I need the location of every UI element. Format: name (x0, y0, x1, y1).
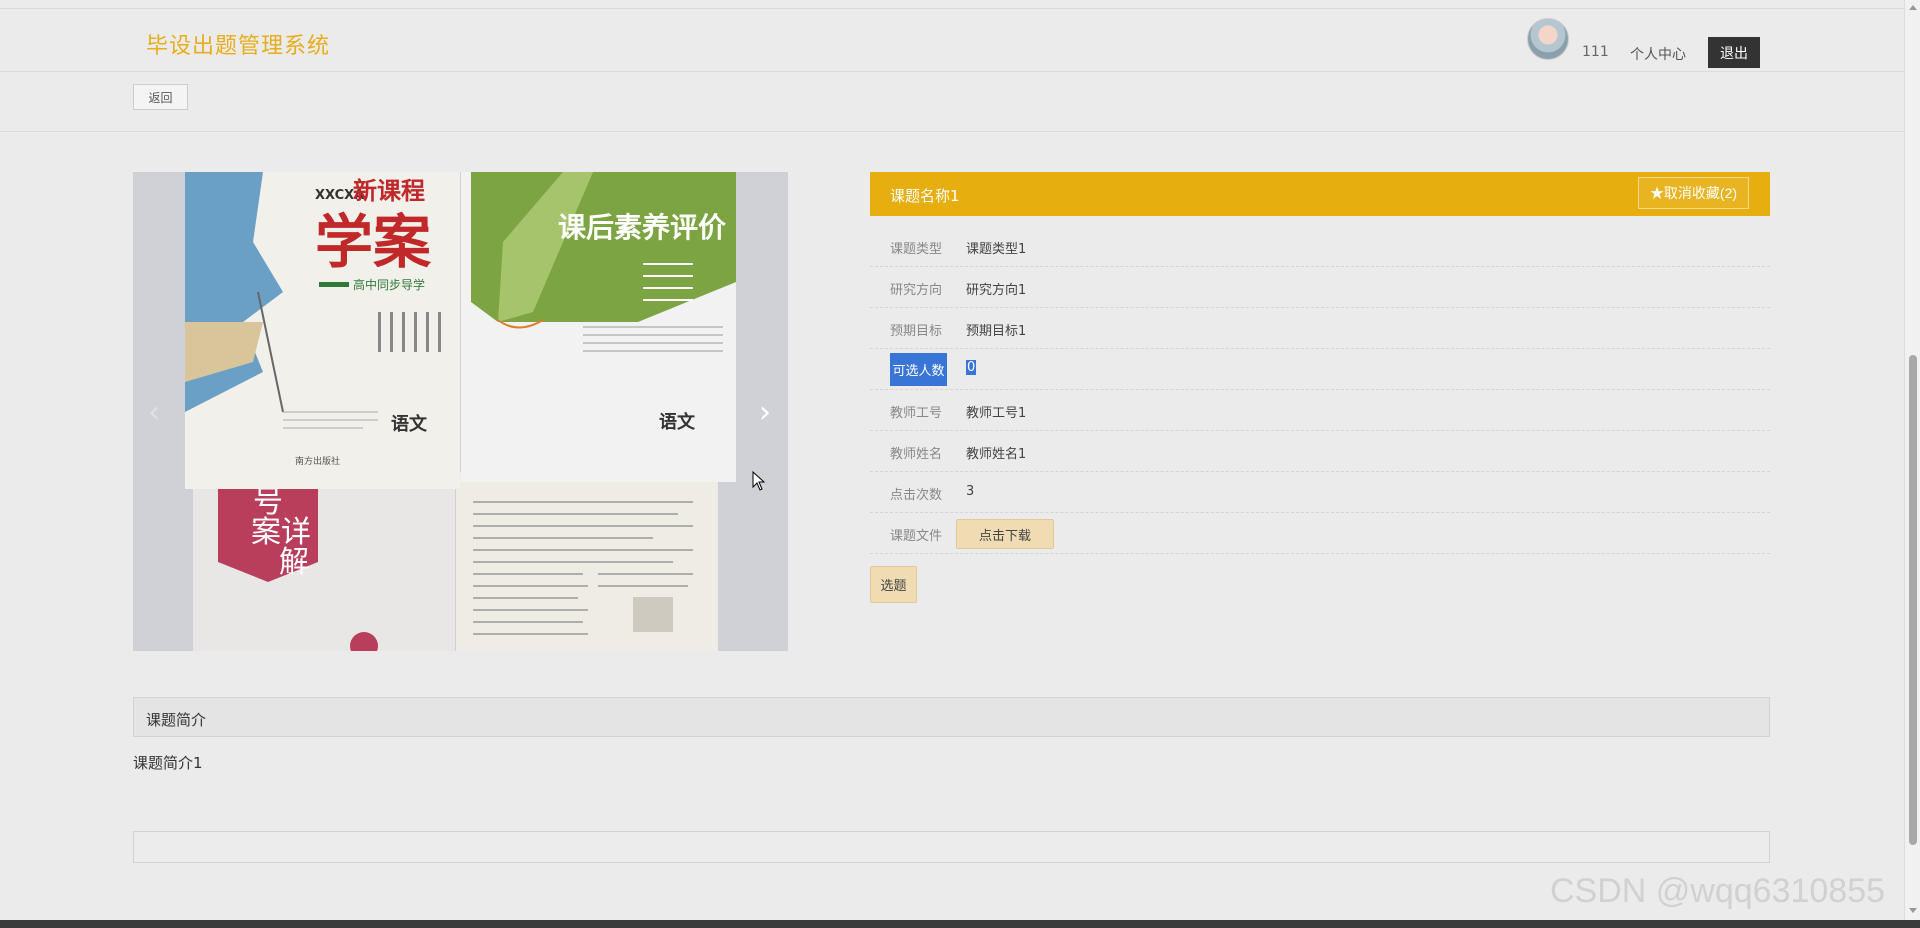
user-center-link[interactable]: 个人中心 (1630, 44, 1686, 64)
field-value: 教师姓名1 (966, 447, 1027, 462)
carousel-image: 号 案详 解 XXCXA 新课程 学案 高中同步导学 语文 南方出版社 课后素养… (133, 172, 788, 651)
scroll-up-icon[interactable] (1909, 5, 1917, 10)
scroll-down-icon[interactable] (1909, 908, 1917, 913)
username-label: 111 (1582, 44, 1609, 60)
detail-fields: 课题类型 课题类型1 研究方向 研究方向1 预期目标 预期目标1 可选人数 0 … (870, 226, 1770, 554)
field-value: 研究方向1 (966, 283, 1027, 298)
book1-title2: 学案 (315, 208, 432, 276)
field-row-direction: 研究方向 研究方向1 (870, 267, 1770, 308)
back-button[interactable]: 返回 (133, 84, 188, 110)
site-logo[interactable]: 毕设出题管理系统 (146, 28, 330, 60)
intro-heading: 课题简介 (146, 711, 207, 729)
field-value: 预期目标1 (966, 324, 1027, 339)
field-row-capacity: 可选人数 0 (870, 349, 1770, 390)
image-carousel[interactable]: 号 案详 解 XXCXA 新课程 学案 高中同步导学 语文 南方出版社 课后素养… (133, 172, 788, 651)
taskbar-strip (0, 920, 1920, 928)
field-row-goal: 预期目标 预期目标1 (870, 308, 1770, 349)
field-label: 教师姓名 (890, 447, 943, 462)
field-row-file: 课题文件 点击下载 (870, 513, 1770, 554)
book2-subject: 语文 (659, 411, 696, 433)
bottom-panel (133, 831, 1770, 863)
field-value: 教师工号1 (966, 406, 1027, 421)
download-button[interactable]: 点击下载 (956, 519, 1054, 549)
book1-title1: 新课程 (353, 177, 425, 205)
book1-subject: 语文 (391, 413, 428, 435)
field-row-type: 课题类型 课题类型1 (870, 226, 1770, 267)
field-value: 3 (966, 484, 975, 499)
field-row-teacher-id: 教师工号 教师工号1 (870, 390, 1770, 431)
field-label: 课题文件 (890, 529, 943, 544)
site-header: 毕设出题管理系统 (0, 8, 1904, 72)
field-label: 预期目标 (890, 324, 943, 339)
cancel-favorite-button[interactable]: ★取消收藏(2) (1638, 177, 1749, 209)
field-label: 点击次数 (890, 488, 943, 503)
field-value: 课题类型1 (966, 242, 1027, 257)
field-row-teacher-name: 教师姓名 教师姓名1 (870, 431, 1770, 472)
book3-title-c: 解 (279, 545, 309, 580)
mouse-cursor-icon (752, 471, 766, 491)
intro-panel-header: 课题简介 (133, 697, 1770, 737)
book1-subtitle: 高中同步导学 (353, 277, 425, 292)
book1-publisher: 南方出版社 (295, 455, 340, 467)
intro-text: 课题简介1 (133, 754, 203, 772)
topic-title: 课题名称1 (890, 187, 960, 205)
field-label: 研究方向 (890, 283, 943, 298)
page-scrollbar[interactable] (1904, 0, 1920, 920)
book2-title: 课后素养评价 (558, 211, 727, 244)
logout-button[interactable]: 退出 (1708, 37, 1760, 68)
select-topic-button[interactable]: 选题 (870, 566, 917, 603)
field-label: 教师工号 (890, 406, 943, 421)
field-label: 课题类型 (890, 242, 943, 257)
carousel-next-icon[interactable]: › (750, 394, 780, 430)
user-avatar[interactable] (1527, 18, 1569, 60)
toolbar (0, 72, 1904, 132)
field-label: 可选人数 (890, 353, 947, 386)
carousel-prev-icon[interactable]: ‹ (139, 394, 169, 430)
scroll-thumb[interactable] (1909, 355, 1917, 845)
detail-header: 课题名称1 ★取消收藏(2) (870, 172, 1770, 216)
field-value: 0 (966, 360, 977, 375)
field-row-clicks: 点击次数 3 (870, 472, 1770, 513)
watermark: CSDN @wqq6310855 (1550, 872, 1886, 910)
